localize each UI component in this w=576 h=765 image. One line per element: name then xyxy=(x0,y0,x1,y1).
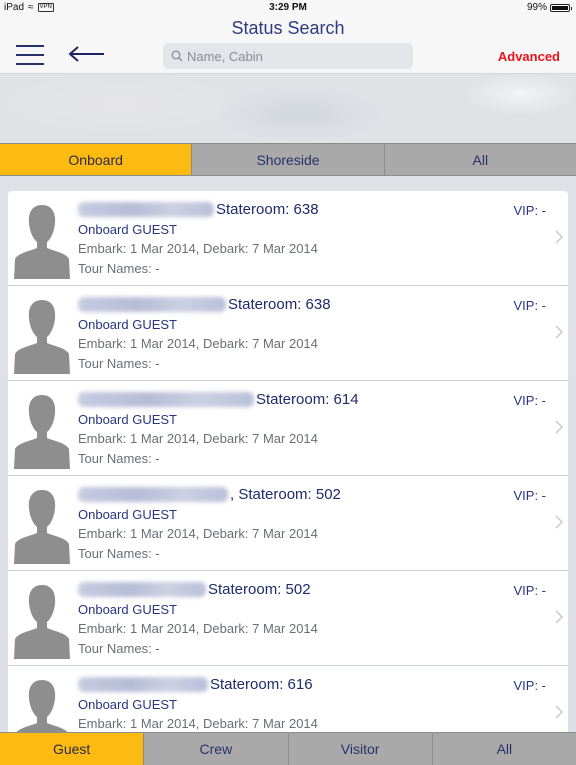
stateroom-label: Stateroom: 616 xyxy=(210,676,313,693)
embark-debark-dates: Embark: 1 Mar 2014, Debark: 7 Mar 2014 xyxy=(78,526,318,541)
tab-label: All xyxy=(472,151,489,168)
nav-bar: Status Search Advanced xyxy=(0,16,576,74)
tab-crew[interactable]: Crew xyxy=(144,733,289,765)
tab-label: Visitor xyxy=(340,741,380,757)
tab-shoreside[interactable]: Shoreside xyxy=(192,144,385,175)
vip-status: VIP: - xyxy=(513,203,546,218)
tour-names: Tour Names: - xyxy=(78,546,160,561)
embark-debark-dates: Embark: 1 Mar 2014, Debark: 7 Mar 2014 xyxy=(78,431,318,446)
stateroom-label: Stateroom: 502 xyxy=(208,581,311,598)
list-item[interactable]: Stateroom: 614 Onboard GUEST Embark: 1 M… xyxy=(8,381,568,476)
vip-status: VIP: - xyxy=(513,298,546,313)
tab-guest[interactable]: Guest xyxy=(0,733,145,765)
chevron-right-icon xyxy=(555,610,563,624)
embark-debark-dates: Embark: 1 Mar 2014, Debark: 7 Mar 2014 xyxy=(78,336,318,351)
search-icon xyxy=(171,50,183,62)
chevron-right-icon xyxy=(555,420,563,434)
arrow-left-icon xyxy=(68,46,104,62)
search-input[interactable] xyxy=(187,48,407,64)
list-item[interactable]: Stateroom: 502 Onboard GUEST Embark: 1 M… xyxy=(8,571,568,666)
guest-name-line: Stateroom: 616 xyxy=(78,676,313,693)
list-item[interactable]: Stateroom: 616 Onboard GUEST Embark: 1 M… xyxy=(8,666,568,732)
avatar-placeholder-icon xyxy=(14,490,70,564)
avatar-placeholder-icon xyxy=(14,585,70,659)
guest-status: Onboard GUEST xyxy=(78,412,177,427)
tour-names: Tour Names: - xyxy=(78,641,160,656)
page-title: Status Search xyxy=(231,18,345,38)
guest-name-redacted xyxy=(78,677,208,692)
guest-name-line: Stateroom: 614 xyxy=(78,391,359,408)
location-tabs: Onboard Shoreside All xyxy=(0,143,576,176)
chevron-right-icon xyxy=(555,230,563,244)
list-item[interactable]: Stateroom: 638 Onboard GUEST Embark: 1 M… xyxy=(8,286,568,381)
guest-name-redacted xyxy=(78,297,226,312)
embark-debark-dates: Embark: 1 Mar 2014, Debark: 7 Mar 2014 xyxy=(78,621,318,636)
battery-percent: 99% xyxy=(526,2,547,13)
battery-icon xyxy=(550,3,572,12)
type-tabs: Guest Crew Visitor All xyxy=(0,732,576,765)
guest-name-redacted xyxy=(78,202,214,217)
clock: 3:29 PM xyxy=(269,2,307,13)
vip-status: VIP: - xyxy=(513,583,546,598)
hamburger-menu-icon[interactable] xyxy=(16,45,44,65)
guest-name-line: Stateroom: 638 xyxy=(78,201,319,218)
back-button[interactable] xyxy=(66,44,106,64)
vip-status: VIP: - xyxy=(513,393,546,408)
stateroom-label: Stateroom: 638 xyxy=(228,296,331,313)
results-list[interactable]: Stateroom: 638 Onboard GUEST Embark: 1 M… xyxy=(8,191,568,732)
advanced-search-button[interactable]: Advanced xyxy=(498,49,560,64)
tour-names: Tour Names: - xyxy=(78,356,160,371)
search-field[interactable] xyxy=(163,43,413,69)
tab-onboard[interactable]: Onboard xyxy=(0,144,193,175)
guest-name-line: , Stateroom: 502 xyxy=(78,486,341,503)
stateroom-label: Stateroom: 614 xyxy=(256,391,359,408)
chevron-right-icon xyxy=(555,515,563,529)
tab-label: All xyxy=(496,741,513,757)
guest-status: Onboard GUEST xyxy=(78,507,177,522)
tab-label: Shoreside xyxy=(256,151,320,168)
guest-status: Onboard GUEST xyxy=(78,602,177,617)
guest-name-redacted xyxy=(78,487,228,502)
guest-status: Onboard GUEST xyxy=(78,222,177,237)
embark-debark-dates: Embark: 1 Mar 2014, Debark: 7 Mar 2014 xyxy=(78,716,318,731)
tab-label: Onboard xyxy=(68,151,123,168)
guest-name-redacted xyxy=(78,582,206,597)
tab-label: Guest xyxy=(52,741,91,757)
vip-status: VIP: - xyxy=(513,488,546,503)
list-item[interactable]: , Stateroom: 502 Onboard GUEST Embark: 1… xyxy=(8,476,568,571)
list-item[interactable]: Stateroom: 638 Onboard GUEST Embark: 1 M… xyxy=(8,191,568,286)
tab-all-types[interactable]: All xyxy=(433,733,576,765)
guest-name-line: Stateroom: 502 xyxy=(78,581,311,598)
chevron-right-icon xyxy=(555,325,563,339)
embark-debark-dates: Embark: 1 Mar 2014, Debark: 7 Mar 2014 xyxy=(78,241,318,256)
avatar-placeholder-icon xyxy=(16,680,68,732)
tab-visitor[interactable]: Visitor xyxy=(289,733,433,765)
tab-all-locations[interactable]: All xyxy=(385,144,576,175)
tab-label: Crew xyxy=(199,741,233,757)
guest-name-redacted xyxy=(78,392,254,407)
tour-names: Tour Names: - xyxy=(78,451,160,466)
guest-status: Onboard GUEST xyxy=(78,697,177,712)
battery-fill xyxy=(552,5,568,10)
avatar-placeholder-icon xyxy=(14,300,70,374)
chevron-right-icon xyxy=(555,705,563,719)
avatar-placeholder-icon xyxy=(14,395,70,469)
guest-status: Onboard GUEST xyxy=(78,317,177,332)
stateroom-label: , Stateroom: 502 xyxy=(230,486,341,503)
status-bar: iPad ≈ VPN 3:29 PM 99% xyxy=(0,0,576,16)
stateroom-label: Stateroom: 638 xyxy=(216,201,319,218)
guest-name-line: Stateroom: 638 xyxy=(78,296,331,313)
tour-names: Tour Names: - xyxy=(78,261,160,276)
avatar-placeholder-icon xyxy=(14,205,70,279)
vip-status: VIP: - xyxy=(513,678,546,693)
